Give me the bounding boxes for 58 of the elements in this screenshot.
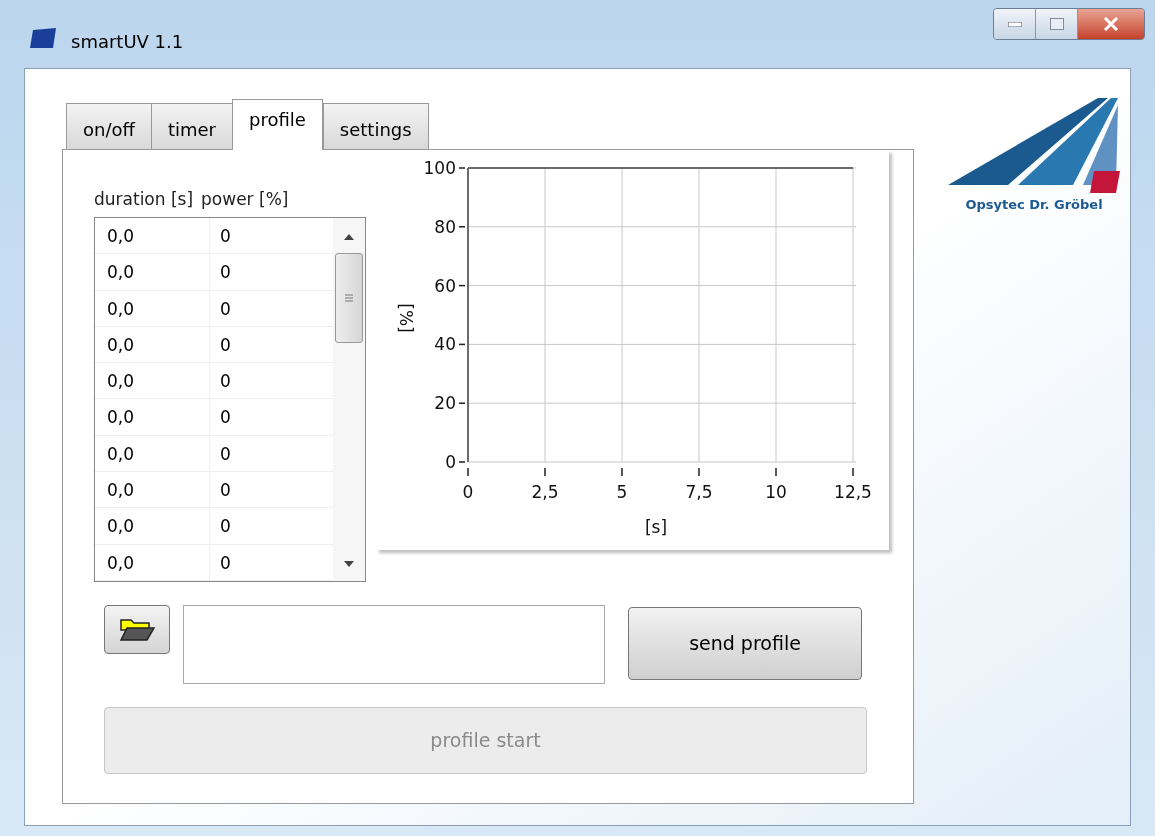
tick-label: 12,5: [834, 482, 872, 502]
logo-text: Opsytec Dr. Gröbel: [965, 196, 1103, 214]
table-cell: 0,0: [95, 435, 210, 472]
grip-icon: [345, 294, 353, 302]
minimize-button[interactable]: [994, 9, 1036, 39]
tab[interactable]: timer: [150, 103, 233, 149]
table-cell: 0,0: [95, 290, 210, 326]
table-cell-text: 0: [219, 406, 231, 430]
tick-label: 7,5: [685, 482, 713, 502]
tick-label: 80: [434, 216, 456, 237]
table-cell-text: 0: [219, 333, 231, 357]
tick-label: 100: [423, 158, 456, 178]
tick-label: 2,5: [531, 482, 559, 502]
table-cell: 0,0: [95, 326, 210, 363]
minimize-icon: [1007, 21, 1022, 27]
table-cell-text: 0: [219, 297, 231, 321]
maximize-button[interactable]: [1036, 9, 1078, 39]
scroll-up-icon: [344, 234, 354, 240]
table-cell-text: 0: [219, 515, 231, 539]
tick-label: 0: [445, 452, 456, 472]
column-header: duration [s]: [94, 188, 194, 211]
maximize-icon: [1049, 18, 1064, 30]
open-folder-button[interactable]: [104, 605, 170, 654]
table-cell-text: 0: [219, 551, 231, 575]
tick-label: 60: [434, 275, 456, 296]
scrollbar[interactable]: [333, 218, 365, 581]
close-button[interactable]: [1078, 9, 1144, 39]
tick-label: 20: [434, 393, 456, 414]
send-profile-button[interactable]: send profile: [628, 607, 862, 680]
table-cell: 0,0: [95, 254, 210, 290]
window-title: smartUV 1.1: [71, 30, 184, 54]
table-cell: 0,0: [95, 363, 210, 399]
file-path-field[interactable]: [183, 605, 605, 684]
table-cell: 0,0: [95, 472, 210, 508]
app-icon: [30, 28, 56, 48]
tick-label: 0: [462, 482, 474, 502]
tab[interactable]: profile: [232, 99, 323, 150]
tab[interactable]: settings: [322, 103, 429, 149]
table-cell-text: 0: [219, 479, 231, 503]
table-cell-text: 0: [219, 225, 231, 248]
table-cell: 0,0: [95, 399, 210, 435]
table-cell-text: 0: [219, 442, 231, 466]
table-cell: 0,0: [95, 218, 210, 254]
table-cell: 0,0: [95, 544, 210, 580]
tick-label: 10: [765, 482, 787, 502]
axis-title: [%]: [396, 303, 416, 333]
column-header: power [%]: [201, 188, 289, 211]
scroll-down-icon: [344, 561, 354, 567]
tick-label: 5: [616, 482, 628, 502]
table-cell-text: 0: [219, 370, 231, 394]
axis-title: [s]: [644, 517, 668, 537]
folder-icon: [119, 617, 155, 642]
tick-label: 40: [434, 334, 456, 355]
close-icon: [1103, 17, 1119, 31]
scroll-thumb[interactable]: [335, 253, 363, 343]
table-cell: 0,0: [95, 508, 210, 544]
tab[interactable]: on/off: [66, 103, 152, 149]
table-cell-text: 0: [219, 261, 231, 285]
